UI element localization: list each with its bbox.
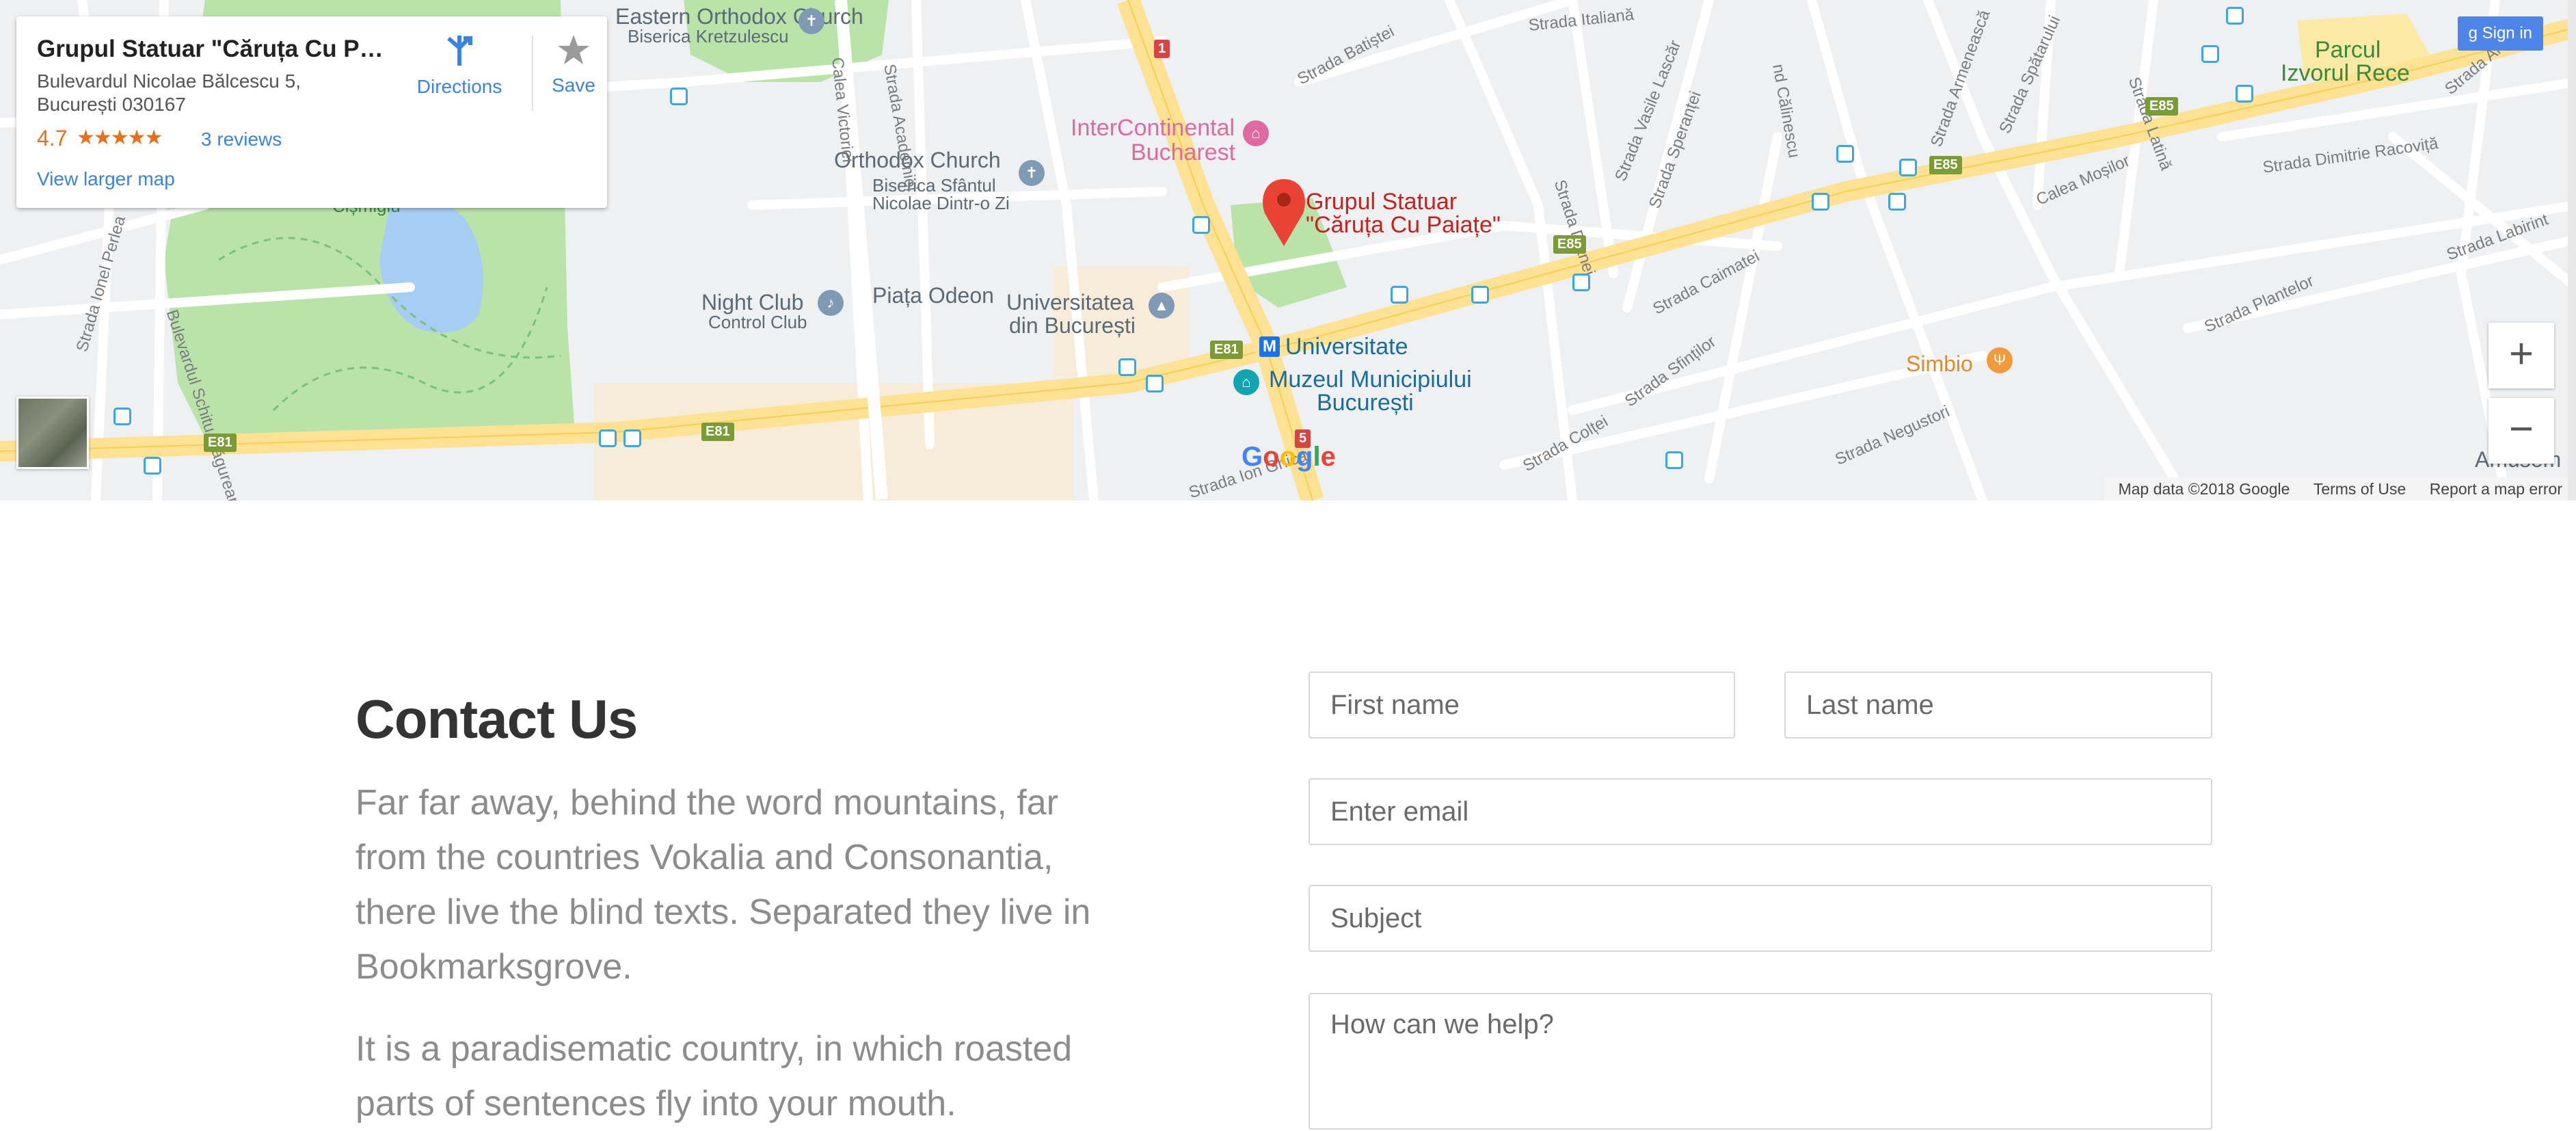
contact-title: Contact Us: [355, 689, 638, 749]
report-map-error-link[interactable]: Report a map error: [2430, 480, 2562, 498]
zoom-in-button[interactable]: +: [2488, 323, 2554, 388]
bus-stop-icon[interactable]: [1899, 159, 1917, 176]
last-name-input[interactable]: [1784, 671, 2212, 739]
rating-value: 4.7: [37, 126, 68, 150]
map-marker-icon[interactable]: [1263, 178, 1304, 249]
map-data-label: Map data ©2018 Google: [2118, 480, 2290, 498]
bus-stop-icon[interactable]: [2201, 45, 2219, 63]
place-label-universitate: Universitate: [1285, 334, 1408, 360]
bus-stop-icon[interactable]: [1471, 286, 1489, 304]
satellite-view-toggle[interactable]: [16, 397, 89, 469]
place-label-sf-nicolae-2: Nicolae Dintr-o Zi: [872, 193, 1010, 213]
bus-stop-icon[interactable]: [623, 429, 641, 447]
place-title: Grupul Statuar "Căruța Cu Pai...: [37, 36, 392, 62]
place-address-line1: Bulevardul Nicolae Bălcescu 5,: [37, 70, 301, 92]
contact-paragraph-1: Far far away, behind the word mountains,…: [355, 783, 1091, 987]
directions-icon: [447, 36, 472, 66]
place-label-muzeul-2: București: [1317, 390, 1414, 416]
google-logo: Google: [1242, 442, 1336, 472]
bus-stop-icon[interactable]: [2226, 7, 2244, 25]
route-shield-e85: E85: [1929, 156, 1962, 174]
route-shield-1: 1: [1154, 40, 1170, 58]
sign-in-label: Sign in: [2482, 24, 2532, 42]
map-attribution: Map data ©2018 Google Terms of Use Repor…: [2104, 477, 2576, 501]
bus-stop-icon[interactable]: [599, 429, 617, 447]
place-label-intercontinental-2: Bucharest: [1131, 139, 1236, 165]
bus-stop-icon[interactable]: [1391, 286, 1408, 304]
bus-stop-icon[interactable]: [2236, 85, 2253, 103]
message-textarea[interactable]: [1309, 993, 2212, 1130]
place-label-biserica-kretzulescu: Biserica Kretzulescu: [628, 26, 789, 46]
bus-stop-icon[interactable]: [1812, 193, 1829, 211]
google-plus-icon: g: [2468, 24, 2482, 42]
bus-stop-icon[interactable]: [1118, 358, 1136, 376]
university-icon[interactable]: ▲: [1149, 293, 1175, 319]
marker-label-2: "Căruța Cu Paiațe": [1306, 212, 1501, 238]
bus-stop-icon[interactable]: [1192, 216, 1210, 234]
place-address-line2: București 030167: [37, 94, 186, 115]
museum-icon[interactable]: ⌂: [1233, 369, 1259, 395]
bus-stop-icon[interactable]: [1146, 375, 1164, 392]
place-label-piata-odeon: Piața Odeon: [872, 283, 994, 308]
email-input[interactable]: [1309, 778, 2212, 845]
bus-stop-icon[interactable]: [1572, 274, 1590, 291]
subject-input[interactable]: [1309, 885, 2212, 952]
view-larger-map-link[interactable]: View larger map: [37, 168, 175, 190]
place-address: Bulevardul Nicolae Bălcescu 5, București…: [37, 70, 358, 116]
place-label-universitatea-1: Universitatea: [1006, 290, 1134, 315]
place-label-universitatea-2: din București: [1009, 313, 1136, 338]
place-label-izvorul-rece: Izvorul Rece: [2281, 60, 2410, 86]
map[interactable]: Eastern Orthodox Church Biserica Kretzul…: [0, 0, 2576, 501]
church-icon[interactable]: ✝: [1019, 160, 1045, 186]
contact-paragraph-2: It is a paradisematic country, in which …: [355, 1029, 1073, 1123]
bus-stop-icon[interactable]: [1888, 193, 1906, 211]
divider: [532, 36, 533, 111]
save-button[interactable]: Save: [543, 33, 604, 96]
bus-stop-icon[interactable]: [670, 88, 688, 105]
directions-label: Directions: [416, 76, 502, 97]
restaurant-icon[interactable]: Ψ: [1987, 347, 2013, 373]
bus-stop-icon[interactable]: [113, 408, 131, 425]
terms-of-use-link[interactable]: Terms of Use: [2313, 480, 2406, 498]
hotel-icon[interactable]: ⌂: [1243, 120, 1269, 146]
route-shield-e81: E81: [1210, 341, 1243, 359]
place-label-orthodox-church: Orthodox Church: [834, 148, 1001, 172]
first-name-input[interactable]: [1309, 671, 1735, 739]
bus-stop-icon[interactable]: [1665, 451, 1683, 469]
route-shield-e81: E81: [701, 423, 734, 441]
bus-stop-icon[interactable]: [1836, 145, 1854, 163]
place-label-intercontinental-1: InterContinental: [1071, 115, 1235, 141]
church-icon[interactable]: ✝: [799, 8, 824, 34]
save-label: Save: [552, 75, 595, 96]
route-shield-e85: E85: [2145, 97, 2178, 116]
rating-stars-icon: ★★★★★: [77, 127, 163, 149]
place-info-card: Grupul Statuar "Căruța Cu Pai... Bulevar…: [16, 16, 607, 208]
map-scrollbar[interactable]: [2568, 0, 2576, 501]
directions-button[interactable]: Directions: [403, 33, 515, 98]
zoom-out-button[interactable]: −: [2488, 398, 2554, 464]
reviews-link[interactable]: 3 reviews: [201, 129, 282, 150]
route-shield-e85: E85: [1553, 235, 1586, 254]
bus-stop-icon[interactable]: [144, 457, 161, 475]
star-icon: [558, 35, 589, 64]
metro-icon[interactable]: M: [1259, 336, 1280, 357]
nightclub-icon[interactable]: ♪: [818, 290, 844, 316]
place-label-control-club: Control Club: [708, 312, 807, 332]
place-label-simbio: Simbio: [1906, 351, 1973, 376]
sign-in-button[interactable]: g Sign in: [2457, 16, 2543, 51]
route-shield-e81: E81: [204, 434, 237, 452]
